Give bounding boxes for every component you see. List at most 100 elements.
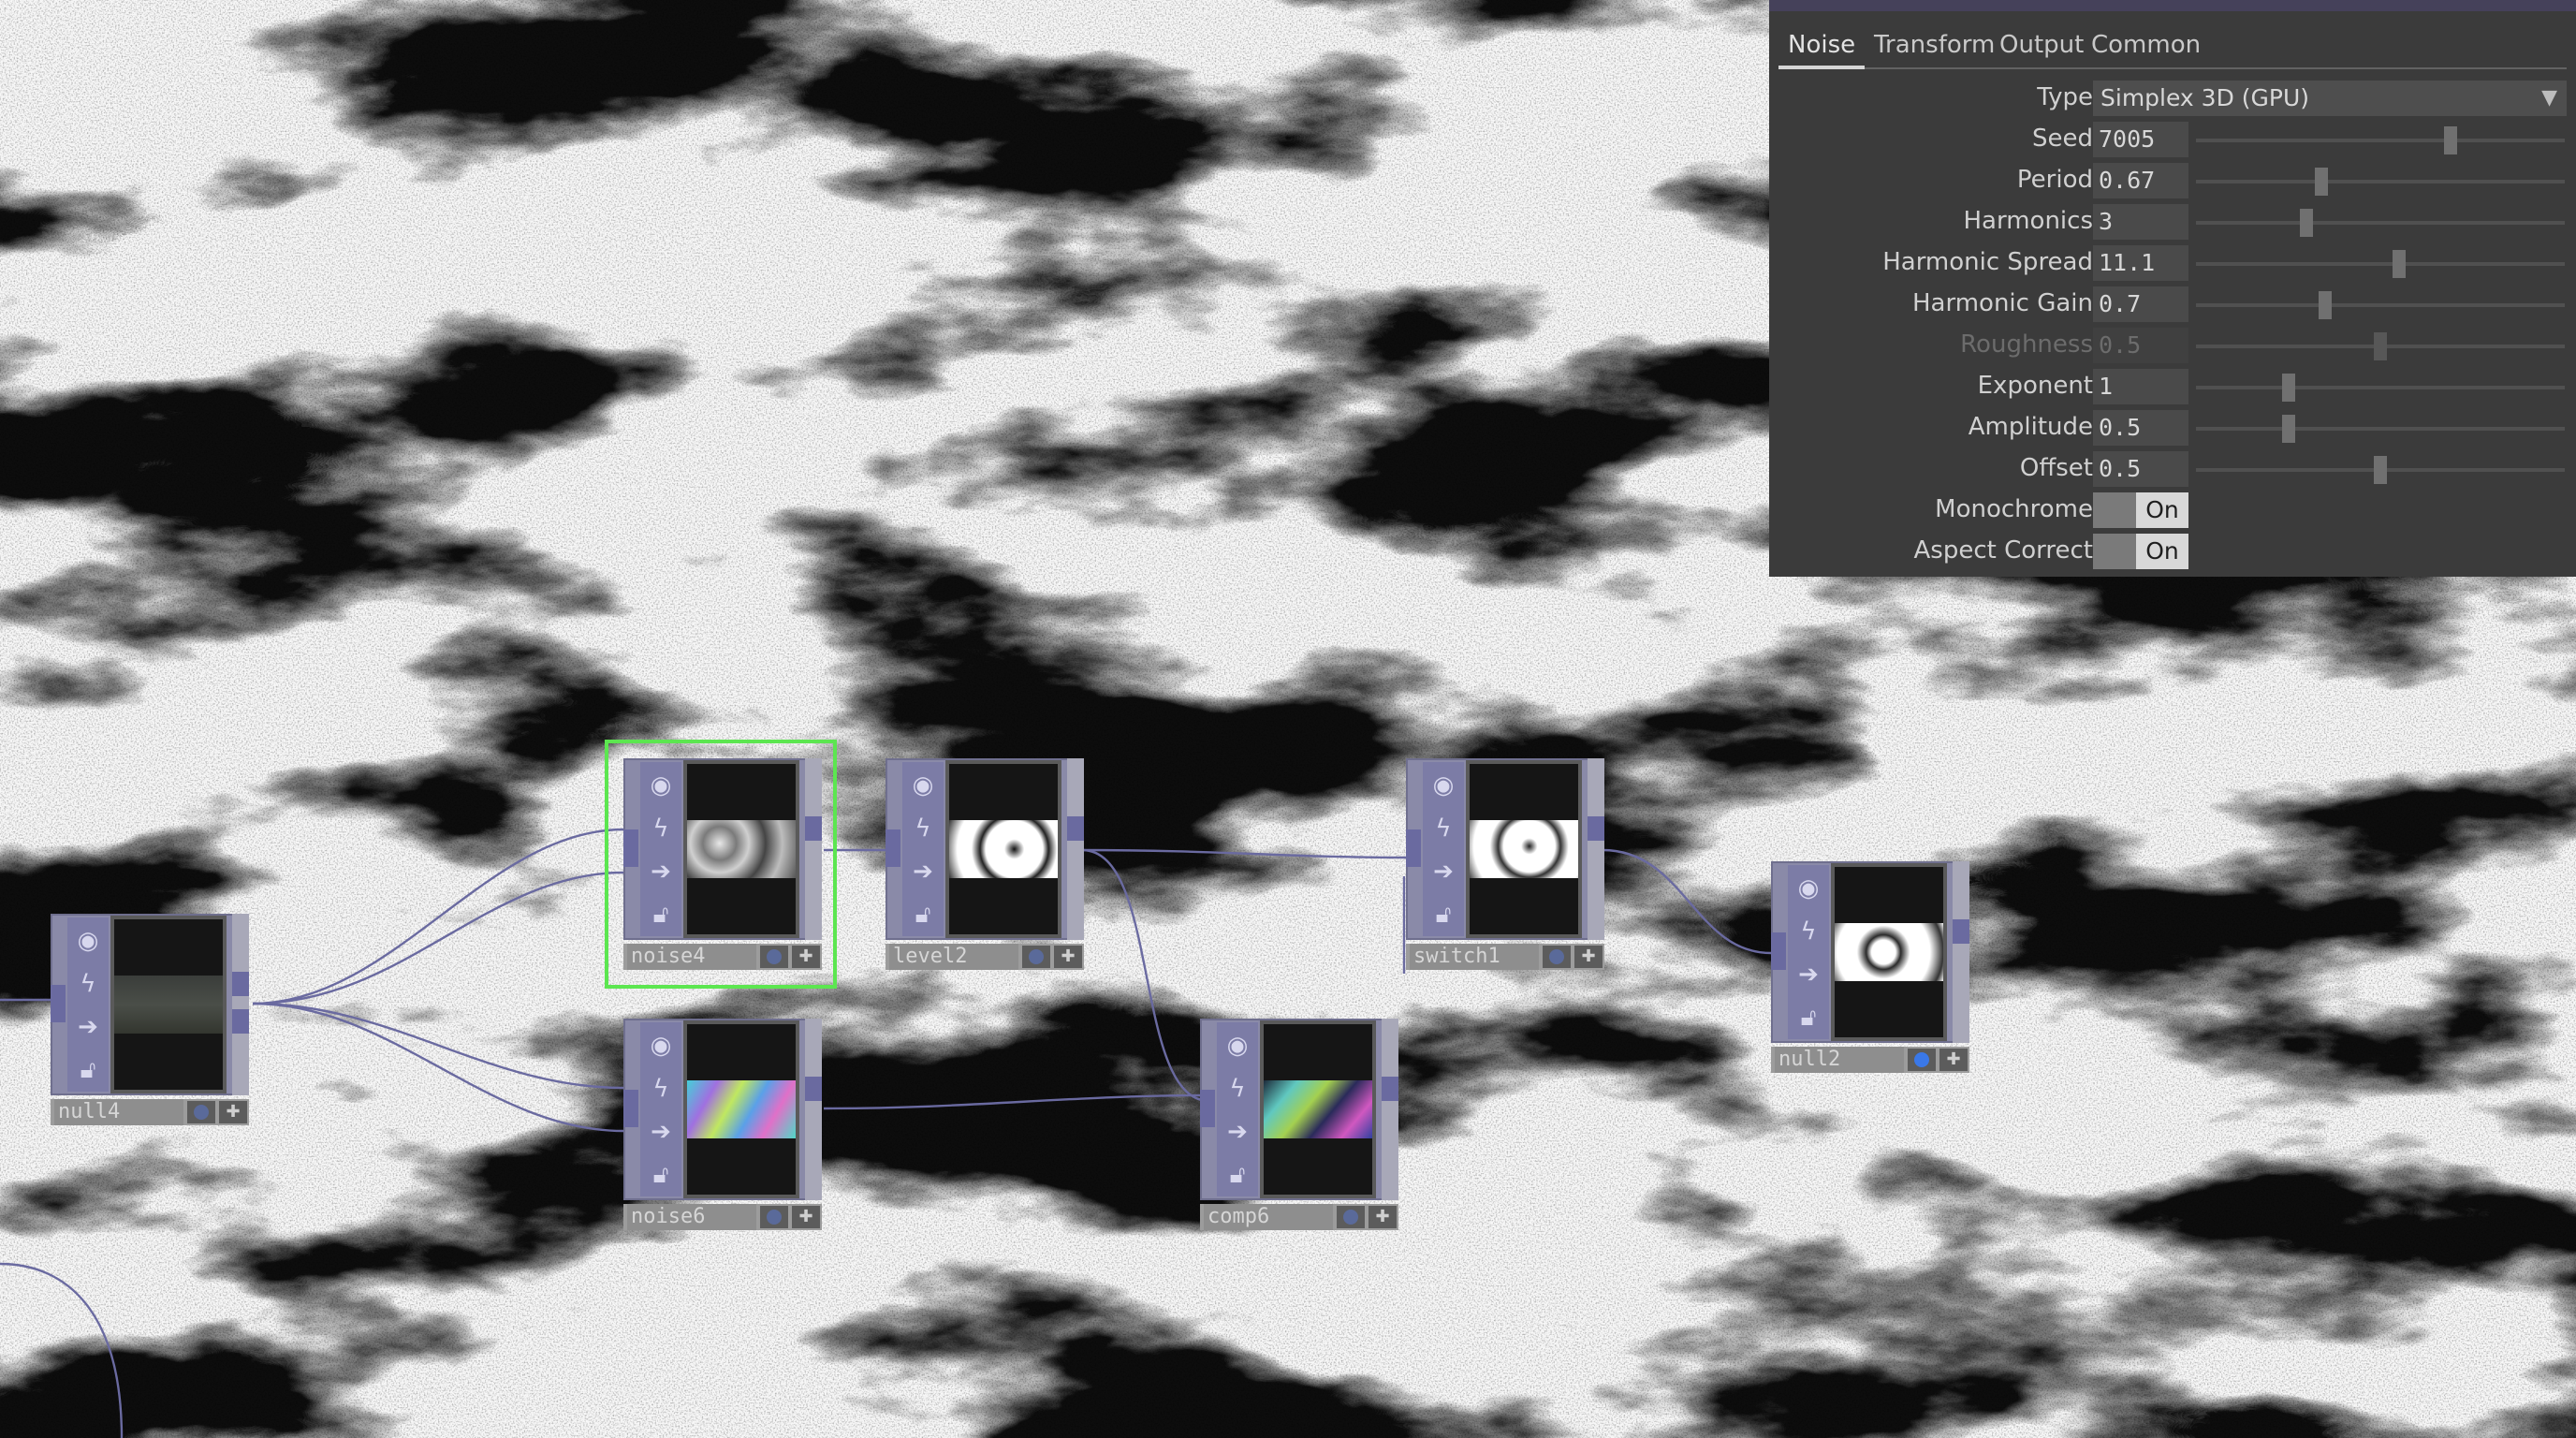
bypass-icon[interactable]: ϟ bbox=[1219, 1069, 1256, 1108]
slider-handle[interactable] bbox=[2314, 168, 2328, 196]
add-icon[interactable]: ✚ bbox=[792, 1206, 820, 1228]
offset-slider[interactable] bbox=[2196, 456, 2565, 484]
cook-arrow-icon[interactable]: ➔ bbox=[642, 1112, 680, 1152]
cook-arrow-icon[interactable]: ➔ bbox=[1425, 852, 1462, 891]
display-toggle[interactable] bbox=[1908, 1049, 1936, 1071]
cook-arrow-icon[interactable]: ➔ bbox=[904, 852, 942, 891]
monochrome-toggle[interactable]: On bbox=[2093, 492, 2188, 528]
viewer-eye-icon[interactable]: ◉ bbox=[1425, 766, 1462, 805]
node-name[interactable]: comp6 bbox=[1204, 1204, 1333, 1230]
output-connector[interactable] bbox=[232, 972, 249, 996]
output-connector[interactable] bbox=[805, 1077, 822, 1101]
input-connector[interactable] bbox=[1406, 829, 1421, 867]
bypass-icon[interactable]: ϟ bbox=[69, 964, 107, 1004]
add-icon[interactable]: ✚ bbox=[1939, 1049, 1968, 1071]
viewer-eye-icon[interactable]: ◉ bbox=[1219, 1026, 1256, 1065]
add-icon[interactable]: ✚ bbox=[1574, 946, 1603, 968]
amplitude-slider[interactable] bbox=[2196, 415, 2565, 443]
node-level2[interactable]: ◉ ϟ ➔ 🔓︎ level2 ✚ bbox=[886, 758, 1084, 970]
add-icon[interactable]: ✚ bbox=[792, 946, 820, 968]
cook-arrow-icon[interactable]: ➔ bbox=[1219, 1112, 1256, 1152]
harmonics-slider[interactable] bbox=[2196, 209, 2565, 237]
viewer-eye-icon[interactable]: ◉ bbox=[642, 1026, 680, 1065]
node-name[interactable]: level2 bbox=[889, 944, 1018, 970]
slider-handle[interactable] bbox=[2281, 415, 2295, 443]
node-name[interactable]: null2 bbox=[1775, 1047, 1904, 1073]
input-connector[interactable] bbox=[51, 985, 66, 1022]
type-menu[interactable]: Simplex 3D (GPU) ▼ bbox=[2093, 81, 2567, 116]
input-connector[interactable] bbox=[1771, 932, 1786, 970]
viewer-eye-icon[interactable]: ◉ bbox=[642, 766, 680, 805]
output-connector-2[interactable] bbox=[232, 1009, 249, 1034]
cook-arrow-icon[interactable]: ➔ bbox=[642, 852, 680, 891]
tab-noise[interactable]: Noise bbox=[1778, 24, 1866, 69]
output-connector[interactable] bbox=[1067, 816, 1084, 841]
slider-handle[interactable] bbox=[2374, 456, 2387, 484]
tab-common[interactable]: Common bbox=[2082, 24, 2210, 66]
input-connector[interactable] bbox=[623, 829, 638, 867]
output-connector[interactable] bbox=[805, 816, 822, 841]
output-connector[interactable] bbox=[1588, 816, 1604, 841]
add-icon[interactable]: ✚ bbox=[219, 1101, 247, 1123]
display-toggle[interactable] bbox=[1022, 946, 1050, 968]
node-noise4[interactable]: ◉ ϟ ➔ 🔓︎ noise4 ✚ bbox=[605, 740, 837, 989]
slider-handle[interactable] bbox=[2392, 250, 2406, 278]
node-viewer[interactable] bbox=[687, 1024, 796, 1195]
tab-output[interactable]: Output bbox=[1990, 24, 2093, 66]
input-connector[interactable] bbox=[886, 829, 900, 867]
lock-icon[interactable]: 🔓︎ bbox=[642, 895, 680, 934]
slider-handle[interactable] bbox=[2281, 374, 2295, 402]
slider-handle[interactable] bbox=[2443, 126, 2457, 154]
seed-field[interactable]: 7005 bbox=[2093, 122, 2188, 157]
harmonics-field[interactable]: 3 bbox=[2093, 204, 2188, 240]
lock-icon[interactable]: 🔓︎ bbox=[1425, 895, 1462, 934]
harmonic-spread-slider[interactable] bbox=[2196, 250, 2565, 278]
cook-arrow-icon[interactable]: ➔ bbox=[69, 1007, 107, 1047]
input-connector[interactable] bbox=[1200, 1090, 1215, 1127]
tab-transform[interactable]: Transform bbox=[1865, 24, 2004, 66]
bypass-icon[interactable]: ϟ bbox=[642, 809, 680, 848]
viewer-eye-icon[interactable]: ◉ bbox=[69, 921, 107, 961]
slider-handle[interactable] bbox=[2300, 209, 2314, 237]
add-icon[interactable]: ✚ bbox=[1054, 946, 1082, 968]
lock-icon[interactable]: 🔓︎ bbox=[69, 1050, 107, 1090]
node-viewer[interactable] bbox=[1470, 764, 1578, 934]
offset-field[interactable]: 0.5 bbox=[2093, 451, 2188, 487]
panel-title-bar[interactable] bbox=[1769, 0, 2576, 11]
lock-icon[interactable]: 🔓︎ bbox=[1219, 1155, 1256, 1195]
display-toggle[interactable] bbox=[187, 1101, 215, 1123]
node-viewer[interactable] bbox=[949, 764, 1058, 934]
node-comp6[interactable]: ◉ ϟ ➔ 🔓︎ comp6 ✚ bbox=[1200, 1019, 1398, 1230]
lock-icon[interactable]: 🔓︎ bbox=[1790, 998, 1827, 1037]
bypass-icon[interactable]: ϟ bbox=[1425, 809, 1462, 848]
node-viewer[interactable] bbox=[1835, 867, 1943, 1037]
viewer-eye-icon[interactable]: ◉ bbox=[1790, 869, 1827, 908]
node-noise6[interactable]: ◉ ϟ ➔ 🔓︎ noise6 ✚ bbox=[623, 1019, 822, 1230]
lock-icon[interactable]: 🔓︎ bbox=[642, 1155, 680, 1195]
viewer-eye-icon[interactable]: ◉ bbox=[904, 766, 942, 805]
period-field[interactable]: 0.67 bbox=[2093, 163, 2188, 198]
bypass-icon[interactable]: ϟ bbox=[1790, 912, 1827, 951]
period-slider[interactable] bbox=[2196, 168, 2565, 196]
aspect-correct-toggle[interactable]: On bbox=[2093, 534, 2188, 569]
amplitude-field[interactable]: 0.5 bbox=[2093, 410, 2188, 446]
node-viewer[interactable] bbox=[687, 764, 796, 934]
exponent-field[interactable]: 1 bbox=[2093, 369, 2188, 404]
node-null4[interactable]: ◉ ϟ ➔ 🔓︎ null4 ✚ bbox=[51, 914, 249, 1125]
display-toggle[interactable] bbox=[760, 1206, 788, 1228]
node-name[interactable]: noise6 bbox=[627, 1204, 756, 1230]
output-connector[interactable] bbox=[1382, 1077, 1398, 1101]
display-toggle[interactable] bbox=[1543, 946, 1571, 968]
node-viewer[interactable] bbox=[1264, 1024, 1372, 1195]
node-viewer[interactable] bbox=[114, 919, 223, 1090]
seed-slider[interactable] bbox=[2196, 126, 2565, 154]
display-toggle[interactable] bbox=[760, 946, 788, 968]
add-icon[interactable]: ✚ bbox=[1368, 1206, 1397, 1228]
harmonic-gain-field[interactable]: 0.7 bbox=[2093, 286, 2188, 322]
node-name[interactable]: null4 bbox=[54, 1099, 183, 1125]
display-toggle[interactable] bbox=[1337, 1206, 1365, 1228]
node-null2[interactable]: ◉ ϟ ➔ 🔓︎ null2 ✚ bbox=[1771, 861, 1969, 1073]
node-switch1[interactable]: ◉ ϟ ➔ 🔓︎ switch1 ✚ bbox=[1406, 758, 1604, 970]
output-connector[interactable] bbox=[1953, 919, 1969, 944]
harmonic-gain-slider[interactable] bbox=[2196, 291, 2565, 319]
